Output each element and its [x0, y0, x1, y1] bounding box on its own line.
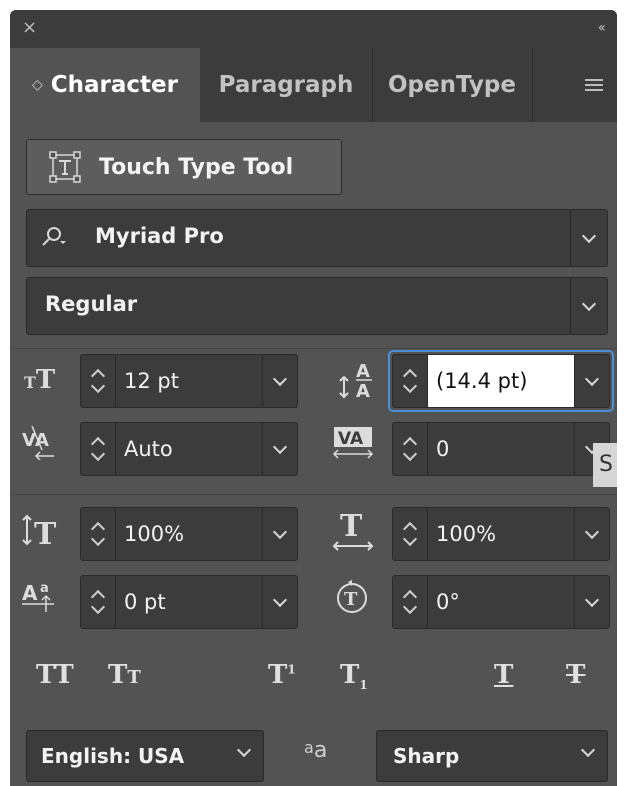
superscript-button[interactable]: T1 [268, 660, 296, 690]
chevron-down-icon[interactable] [262, 422, 298, 476]
tab-opentype[interactable]: OpenType [372, 48, 532, 122]
vertical-scale-icon: T [22, 514, 62, 552]
font-style-value[interactable]: Regular [45, 292, 137, 316]
leading-input[interactable]: (14.4 pt) [428, 354, 574, 408]
horizontal-scale-input[interactable]: 100% [428, 507, 574, 561]
chevron-down-icon[interactable] [574, 507, 610, 561]
baseline-shift-icon: A a [22, 580, 62, 618]
svg-text:T: T [344, 589, 358, 610]
rotation-stepper[interactable] [392, 575, 428, 629]
strikethrough-button[interactable]: T [566, 660, 585, 690]
language-dropdown[interactable]: English: USA [26, 730, 264, 782]
panel-menu-icon[interactable] [585, 79, 603, 91]
tab-label: Character [50, 72, 178, 98]
chevron-down-icon[interactable] [570, 210, 607, 266]
rotation-input[interactable]: 0° [428, 575, 574, 629]
font-size-stepper[interactable] [80, 354, 116, 408]
tab-paragraph[interactable]: Paragraph [200, 48, 372, 122]
svg-text:A: A [356, 381, 370, 401]
vertical-scale-input[interactable]: 100% [116, 507, 262, 561]
anti-aliasing-dropdown[interactable]: Sharp [376, 730, 608, 782]
close-icon[interactable]: × [22, 18, 37, 38]
horizontal-scale-stepper[interactable] [392, 507, 428, 561]
chevron-down-icon[interactable] [580, 742, 596, 758]
svg-text:A: A [356, 361, 370, 382]
character-rotation-icon: T [334, 580, 370, 620]
divider [10, 494, 617, 495]
all-caps-button[interactable]: TT [36, 660, 74, 690]
anti-aliasing-value[interactable]: Sharp [393, 744, 459, 768]
touch-type-icon [49, 151, 81, 183]
chevron-down-icon[interactable] [574, 354, 610, 408]
svg-text:T: T [340, 510, 363, 544]
svg-text:A: A [35, 430, 49, 451]
tab-divider [532, 48, 533, 122]
panel-tabs: ◇ Character Paragraph OpenType [10, 48, 617, 122]
character-panel: × ‹‹ ◇ Character Paragraph OpenType Touc… [10, 10, 617, 786]
touch-type-label: Touch Type Tool [99, 154, 294, 180]
font-size-input[interactable]: 12 pt [116, 354, 262, 408]
search-icon[interactable] [41, 226, 67, 252]
tooltip: S [593, 443, 617, 487]
subscript-button[interactable]: T1 [340, 660, 368, 692]
svg-text:a: a [40, 581, 49, 596]
tracking-input[interactable]: 0 [428, 422, 574, 476]
leading-icon: A A [338, 359, 378, 405]
touch-type-tool-button[interactable]: Touch Type Tool [26, 139, 342, 195]
chevron-down-icon[interactable] [570, 278, 607, 334]
vertical-scale-stepper[interactable] [80, 507, 116, 561]
horizontal-scale-icon: T [330, 509, 376, 556]
leading-stepper[interactable] [392, 354, 428, 408]
collapse-icon[interactable]: ‹‹ [598, 20, 606, 36]
tracking-stepper[interactable] [392, 422, 428, 476]
panel-title-bar: × ‹‹ [10, 10, 617, 48]
kerning-icon: V A [22, 425, 56, 464]
tab-character[interactable]: ◇ Character [10, 48, 200, 122]
chevron-down-icon[interactable] [236, 742, 252, 758]
small-caps-button[interactable]: TT [108, 660, 141, 690]
svg-text:A: A [22, 581, 38, 605]
chevron-down-icon[interactable] [262, 575, 298, 629]
font-size-icon: TT [24, 365, 56, 395]
language-value[interactable]: English: USA [41, 744, 184, 768]
divider [10, 348, 617, 349]
svg-text:T: T [34, 517, 57, 548]
baseline-shift-stepper[interactable] [80, 575, 116, 629]
font-style-dropdown[interactable]: Regular [26, 277, 608, 335]
font-family-value[interactable]: Myriad Pro [95, 224, 224, 248]
kerning-stepper[interactable] [80, 422, 116, 476]
underline-button[interactable]: T [494, 660, 513, 690]
chevron-down-icon[interactable] [262, 507, 298, 561]
tracking-icon: VA [330, 426, 376, 466]
tab-label: Paragraph [218, 72, 354, 98]
font-family-dropdown[interactable]: Myriad Pro [26, 209, 608, 267]
svg-text:V: V [22, 430, 36, 451]
tab-label: OpenType [387, 72, 516, 98]
expand-collapse-icon[interactable]: ◇ [32, 77, 43, 93]
anti-aliasing-icon: aa [304, 738, 328, 763]
baseline-shift-input[interactable]: 0 pt [116, 575, 262, 629]
chevron-down-icon[interactable] [262, 354, 298, 408]
kerning-input[interactable]: Auto [116, 422, 262, 476]
svg-text:VA: VA [338, 429, 364, 449]
chevron-down-icon[interactable] [574, 575, 610, 629]
